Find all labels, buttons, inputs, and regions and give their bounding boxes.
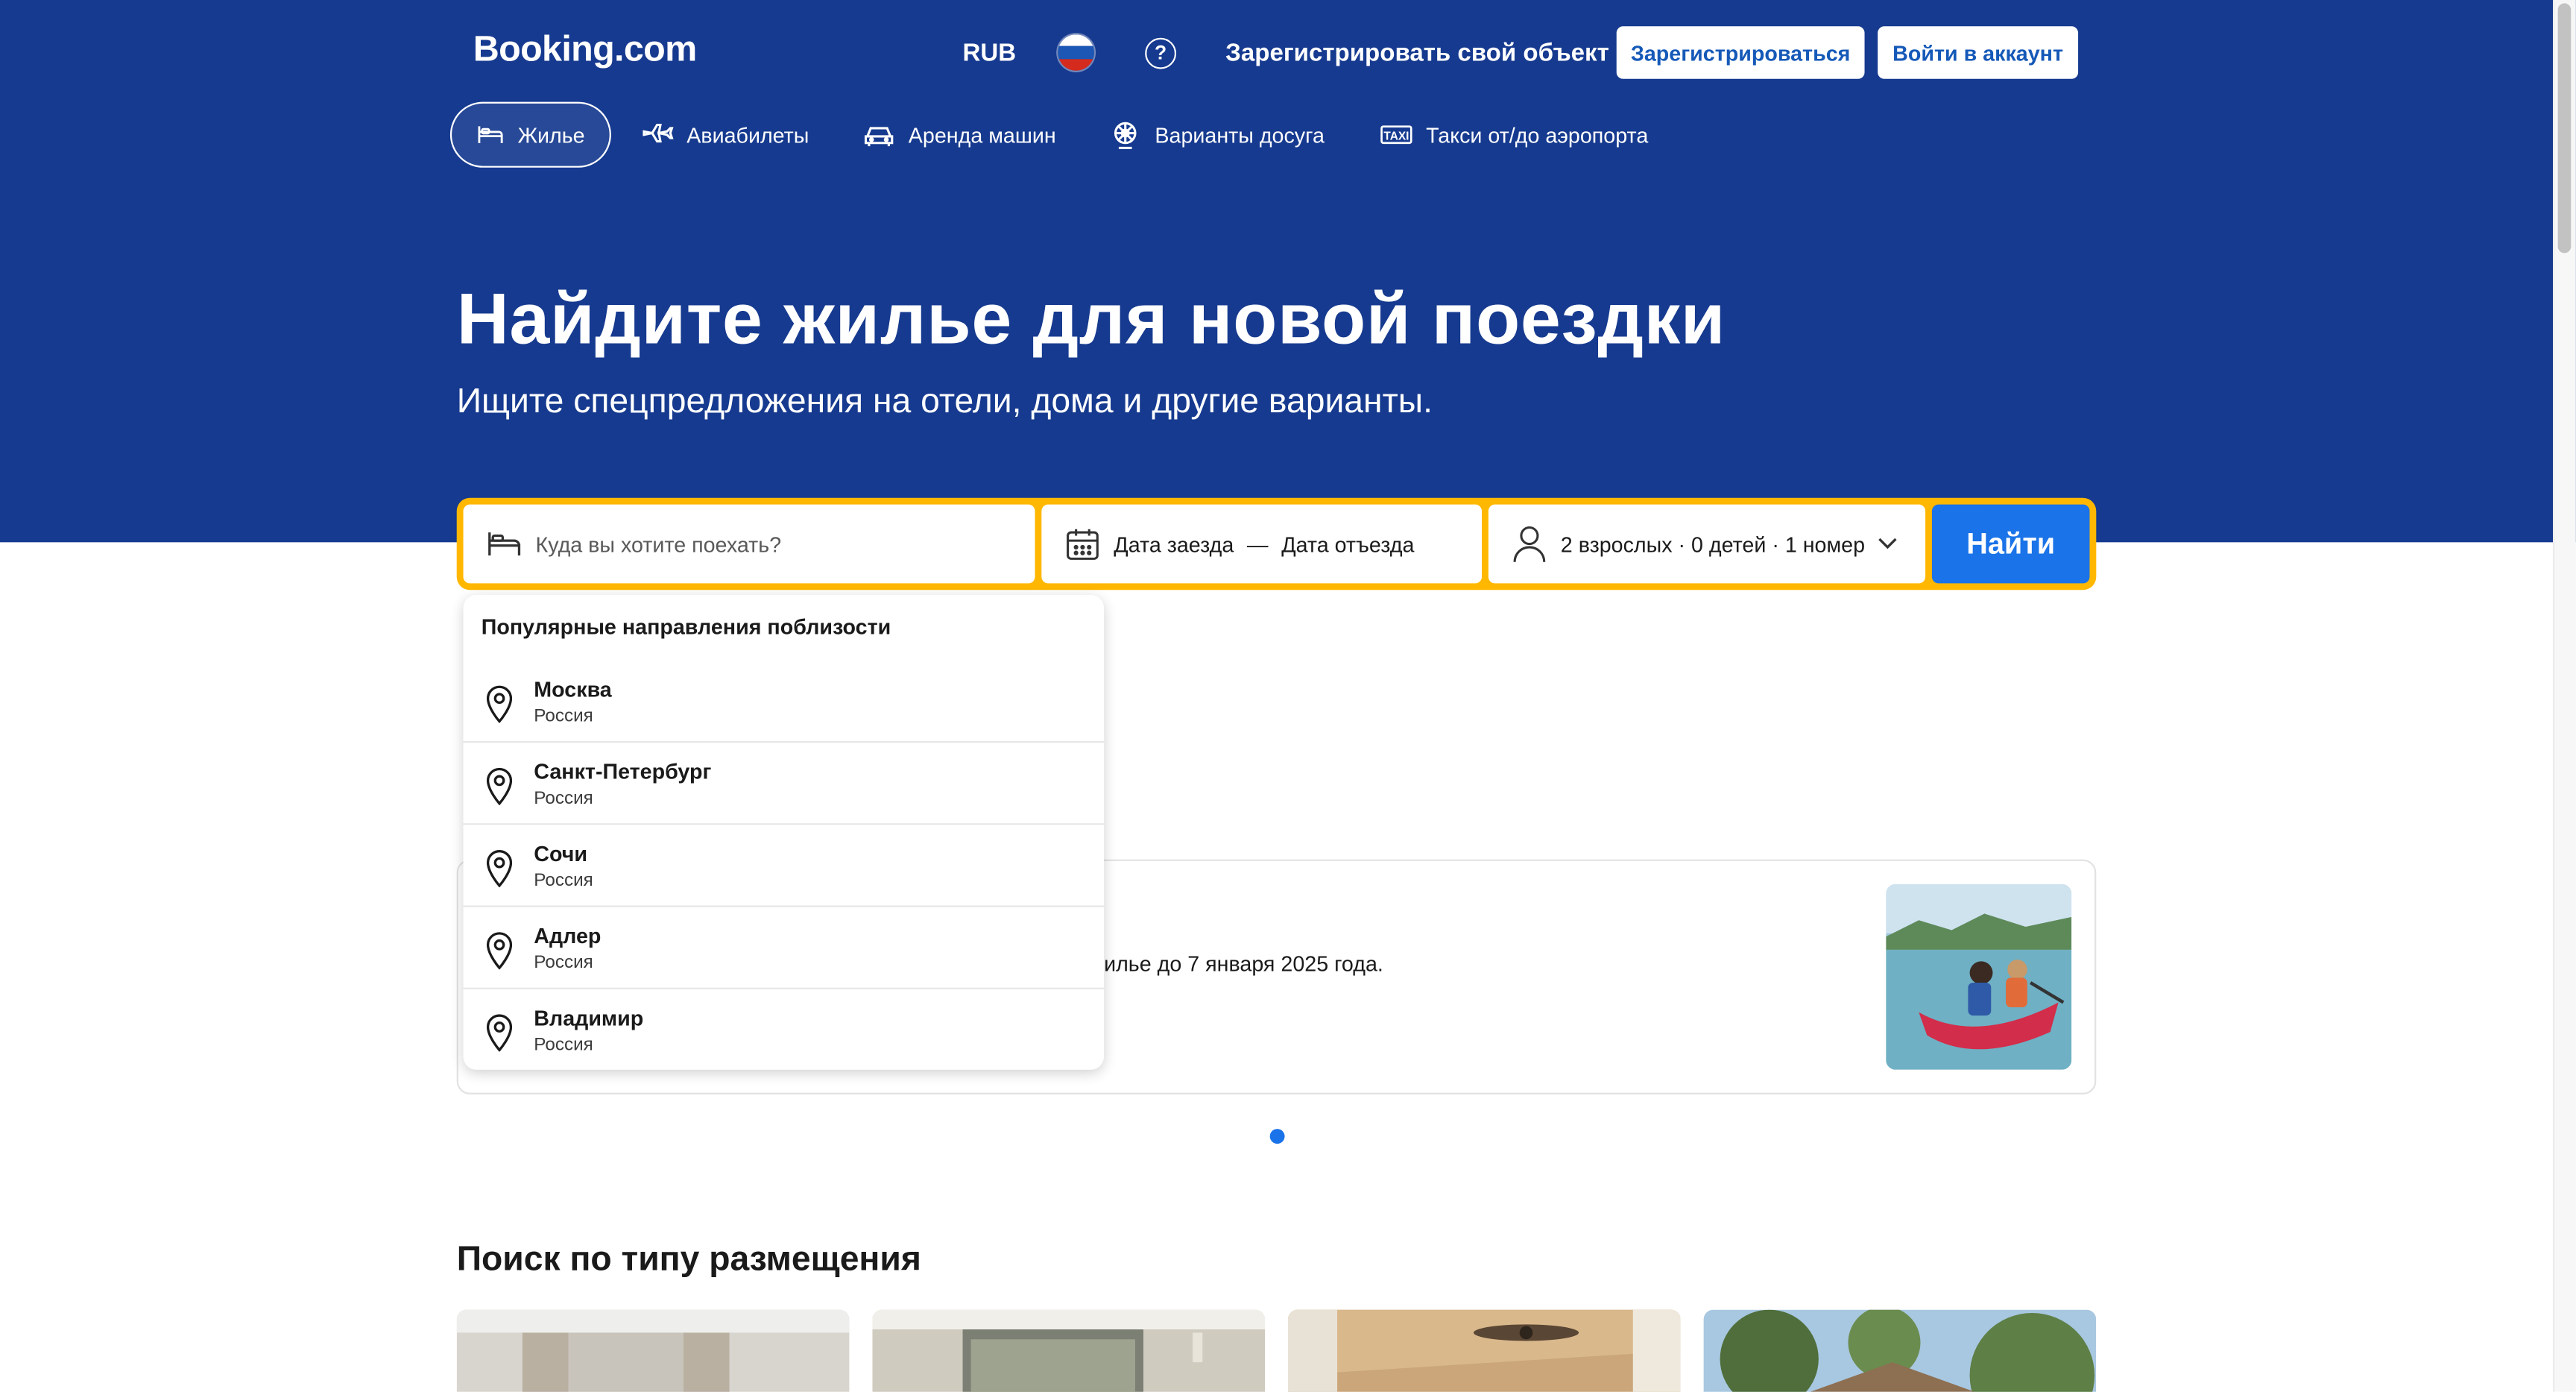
tab-flights[interactable]: Авиабилеты	[641, 102, 809, 168]
suggestion-country: Россия	[534, 788, 593, 809]
suggestion-city: Адлер	[534, 923, 602, 948]
map-pin-icon	[486, 685, 513, 723]
currency-selector[interactable]: RUB	[963, 40, 1017, 67]
tab-flights-label: Авиабилеты	[686, 122, 809, 148]
svg-text:TAXI: TAXI	[1383, 130, 1409, 142]
map-pin-icon	[486, 767, 513, 805]
tab-attractions[interactable]: Варианты досуга	[1109, 102, 1325, 168]
suggestion-item[interactable]: Москва Россия	[464, 661, 1105, 743]
calendar-icon	[1067, 529, 1099, 560]
suggestion-item[interactable]: Санкт-Петербург Россия	[463, 741, 1105, 823]
destination-input[interactable]	[535, 531, 1012, 557]
booking-logo[interactable]: Booking.com	[473, 28, 698, 70]
suggestion-city: Сочи	[534, 841, 588, 866]
signin-button[interactable]: Войти в аккаунт	[1878, 26, 2079, 79]
destination-suggestions: Популярные направления поблизости Москва…	[463, 594, 1105, 1070]
suggestion-city: Санкт-Петербург	[534, 759, 712, 784]
carousel-dot[interactable]	[1269, 1129, 1285, 1144]
map-pin-icon	[486, 850, 513, 888]
suggestion-country: Россия	[534, 871, 593, 891]
page-root: Booking.com RUB ? Зарегистрировать свой …	[0, 0, 2576, 1392]
tab-stays-label: Жилье	[517, 122, 585, 148]
tab-car-rental[interactable]: Аренда машин	[862, 102, 1056, 168]
hero-title: Найдите жилье для новой поездки	[456, 279, 1726, 360]
suggestion-item[interactable]: Владимир Россия	[463, 987, 1105, 1070]
suggestion-country: Россия	[534, 953, 593, 973]
chevron-down-icon	[1878, 538, 1898, 549]
tab-airport-taxi-label: Такси от/до аэропорта	[1426, 122, 1649, 148]
dates-field[interactable]: Дата заезда — Дата отъезда	[1041, 504, 1483, 584]
bed-icon	[478, 126, 503, 144]
suggestion-city: Москва	[534, 677, 612, 702]
taxi-icon: TAXI	[1380, 125, 1412, 145]
property-type-card[interactable]	[1287, 1309, 1681, 1392]
tab-attractions-label: Варианты досуга	[1155, 122, 1325, 148]
promo-image	[1886, 884, 2072, 1070]
promo-text: илье до 7 января 2025 года.	[1104, 951, 1383, 977]
suggestion-country: Россия	[534, 706, 593, 727]
search-button[interactable]: Найти	[1931, 504, 2090, 584]
list-property-link[interactable]: Зарегистрировать свой объект	[1225, 40, 1609, 67]
language-flag-icon[interactable]	[1058, 34, 1094, 71]
bed-icon	[488, 532, 521, 555]
map-pin-icon	[486, 932, 513, 970]
checkout-label: Дата отъезда	[1281, 531, 1415, 557]
suggestion-item[interactable]: Адлер Россия	[463, 905, 1105, 987]
property-type-card[interactable]	[1703, 1309, 2097, 1392]
property-type-card[interactable]	[872, 1309, 1266, 1392]
help-icon[interactable]: ?	[1145, 37, 1177, 69]
dates-dash: —	[1246, 531, 1269, 557]
suggestion-country: Россия	[534, 1035, 593, 1055]
attractions-icon	[1114, 122, 1137, 149]
tab-stays[interactable]: Жилье	[449, 101, 611, 168]
tab-car-rental-label: Аренда машин	[908, 122, 1056, 148]
scrollbar-thumb[interactable]	[2557, 3, 2572, 253]
map-pin-icon	[486, 1014, 513, 1052]
destination-field[interactable]	[463, 504, 1035, 584]
tab-airport-taxi[interactable]: TAXI Такси от/до аэропорта	[1380, 102, 1648, 168]
hero-subtitle: Ищите спецпредложения на отели, дома и д…	[456, 382, 1433, 421]
register-button[interactable]: Зарегистрироваться	[1616, 26, 1865, 79]
property-types-title: Поиск по типу размещения	[456, 1241, 921, 1279]
checkin-label: Дата заезда	[1114, 531, 1234, 557]
hero-background	[0, 0, 2576, 543]
guests-field[interactable]: 2 взрослых · 0 детей · 1 номер	[1488, 504, 1926, 584]
suggestion-item[interactable]: Сочи Россия	[463, 823, 1105, 905]
car-icon	[864, 127, 894, 147]
property-type-card[interactable]	[456, 1309, 850, 1392]
guests-summary: 2 взрослых · 0 детей · 1 номер	[1560, 531, 1866, 557]
suggestions-heading: Популярные направления поблизости	[481, 614, 891, 640]
suggestion-city: Владимир	[534, 1005, 644, 1030]
search-bar: Дата заезда — Дата отъезда 2 взрослых · …	[456, 497, 2097, 591]
plane-icon	[643, 123, 674, 143]
person-icon	[1513, 526, 1546, 562]
